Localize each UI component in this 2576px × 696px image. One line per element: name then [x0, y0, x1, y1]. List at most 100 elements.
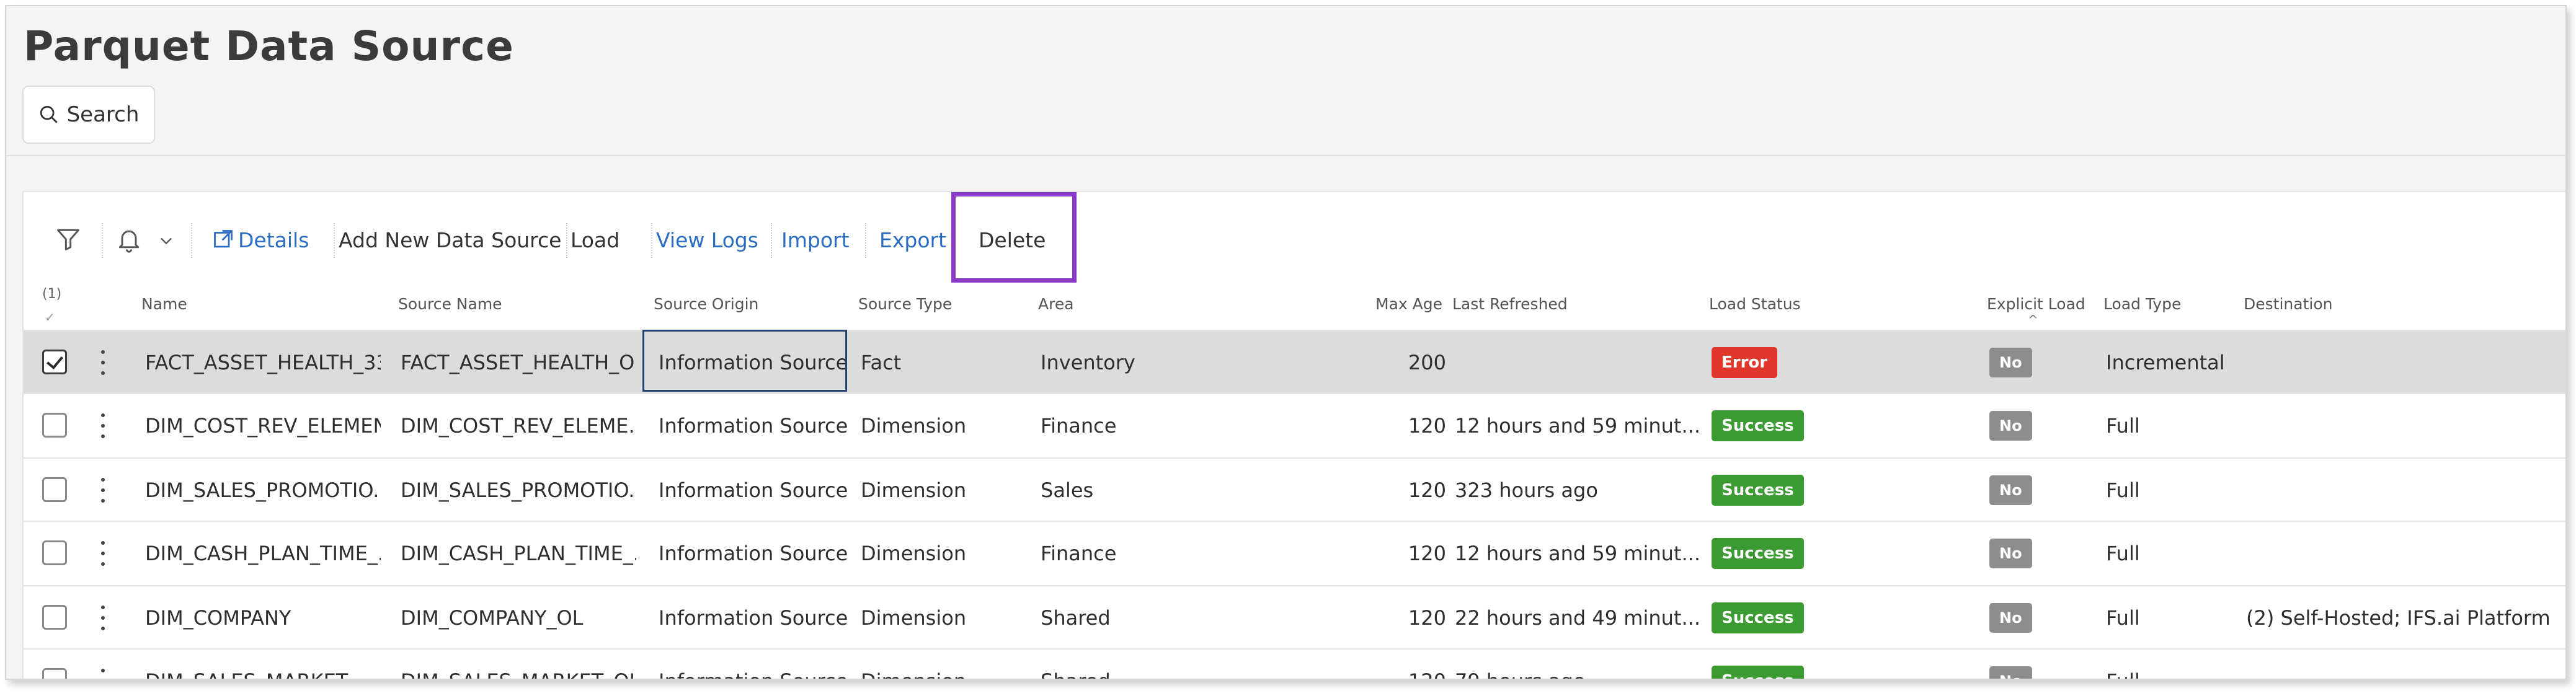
status-badge: Success — [1712, 602, 1804, 633]
cell-explicit-load: No — [1989, 331, 2082, 394]
table-row[interactable]: DIM_COMPANY DIM_COMPANY_OL Information Sou… — [24, 585, 2565, 650]
column-header-source-name[interactable]: Source Name — [398, 295, 502, 313]
add-new-data-source-button[interactable]: Add New Data Source — [339, 228, 561, 252]
column-header-area[interactable]: Area — [1038, 295, 1074, 313]
table-row[interactable]: DIM_COST_REV_ELEMENT DIM_COST_REV_ELEME..… — [24, 393, 2565, 457]
chevron-down-icon[interactable] — [158, 232, 175, 249]
row-checkbox[interactable] — [42, 605, 67, 630]
cell-source-name: DIM_SALES_MARKET_OL — [401, 650, 636, 679]
explicit-load-badge: No — [1989, 475, 2032, 505]
cell-destination: (2) Self-Hosted; IFS.ai Platform — [2246, 606, 2551, 630]
cell-source-origin: Information Source — [659, 414, 848, 438]
cell-load-status: Error — [1712, 331, 1898, 394]
page-title: Parquet Data Source — [24, 22, 514, 70]
view-logs-button[interactable]: View Logs — [656, 228, 758, 252]
cell-source-type: Fact — [861, 351, 902, 374]
cell-name: DIM_SALES_PROMOTIO... — [145, 478, 381, 502]
column-header-max-age[interactable]: Max Age — [1363, 295, 1442, 313]
explicit-load-badge: No — [1989, 539, 2032, 568]
export-button[interactable]: Export — [879, 228, 946, 252]
table-row[interactable]: DIM_CASH_PLAN_TIME_... DIM_CASH_PLAN_TIME… — [24, 521, 2565, 585]
cell-area: Finance — [1041, 542, 1117, 565]
status-badge: Success — [1712, 666, 1804, 679]
status-badge: Success — [1712, 475, 1804, 506]
cell-last-refreshed: 22 hours and 49 minut... — [1455, 606, 1700, 630]
row-menu-kebab-icon[interactable] — [97, 666, 109, 679]
table-row[interactable]: DIM_SALES_PROMOTIO... DIM_SALES_PROMOTIO.… — [24, 457, 2565, 522]
table-row[interactable]: FACT_ASSET_HEALTH_333 FACT_ASSET_HEALTH_O… — [24, 330, 2565, 394]
search-icon — [40, 105, 58, 123]
row-checkbox[interactable] — [42, 413, 67, 438]
details-button[interactable]: Details — [238, 228, 309, 252]
toolbar-separator — [651, 223, 652, 258]
import-button[interactable]: Import — [781, 228, 850, 252]
cell-name: DIM_COST_REV_ELEMENT — [145, 414, 381, 438]
row-menu-kebab-icon[interactable] — [97, 602, 109, 633]
cell-area: Shared — [1041, 606, 1111, 630]
cell-max-age: 120 — [1408, 542, 1446, 565]
cell-max-age: 120 — [1363, 650, 1446, 679]
cell-destination — [2246, 394, 2556, 457]
load-button[interactable]: Load — [571, 228, 620, 252]
data-source-table-panel: Details Add New Data Source Load View Lo… — [22, 191, 2565, 679]
cell-source-name: DIM_SALES_PROMOTIO... — [401, 478, 636, 502]
cell-load-status: Success — [1712, 650, 1898, 679]
search-label: Search — [66, 102, 140, 127]
cell-source-origin: Information Source — [651, 650, 857, 679]
cell-name: DIM_SALES_MARKET — [145, 650, 381, 679]
cell-explicit-load: No — [1989, 522, 2082, 585]
cell-load-type: Incremental — [2106, 351, 2225, 374]
explicit-load-badge: No — [1989, 666, 2032, 679]
status-badge: Success — [1712, 538, 1804, 569]
table-row[interactable]: DIM_SALES_MARKET DIM_SALES_MARKET_OL Infor… — [24, 648, 2565, 679]
filter-icon[interactable] — [55, 226, 82, 253]
cell-last-refreshed: 79 hours ago — [1455, 650, 1703, 679]
cell-name: FACT_ASSET_HEALTH_333 — [145, 351, 381, 374]
cell-last-refreshed — [1455, 331, 1703, 394]
cell-source-type: Dimension — [861, 542, 967, 565]
row-menu-kebab-icon[interactable] — [97, 475, 109, 506]
column-header-destination[interactable]: Destination — [2244, 295, 2332, 313]
cell-source-type: Dimension — [861, 478, 967, 502]
column-header-source-origin[interactable]: Source Origin — [654, 295, 758, 313]
cell-source-origin: Information Source — [659, 478, 848, 502]
row-checkbox[interactable] — [42, 477, 67, 502]
column-header-last-refreshed[interactable]: Last Refreshed — [1452, 295, 1568, 313]
cell-max-age: 120 — [1408, 414, 1446, 438]
row-checkbox[interactable] — [42, 350, 67, 374]
cell-area: Shared — [1041, 650, 1351, 679]
cell-load-type: Full — [2106, 478, 2140, 502]
cell-area: Sales — [1041, 478, 1094, 502]
cell-last-refreshed: 12 hours and 59 minut... — [1455, 542, 1700, 565]
cell-source-origin: Information Source — [659, 542, 848, 565]
cell-destination — [2246, 459, 2556, 522]
row-checkbox[interactable] — [42, 540, 67, 565]
search-button[interactable]: Search — [22, 86, 155, 144]
cell-source-type: Dimension — [861, 606, 967, 630]
status-badge: Error — [1712, 347, 1778, 378]
cell-load-type: Full — [2106, 606, 2140, 630]
row-menu-kebab-icon[interactable] — [97, 410, 109, 441]
selection-count: (1) — [42, 286, 62, 302]
column-header-name[interactable]: Name — [141, 295, 187, 313]
bell-icon[interactable] — [115, 226, 143, 253]
cell-load-status: Success — [1712, 522, 1898, 585]
cell-destination — [2246, 650, 2556, 679]
select-all-check-icon[interactable]: ✓ — [45, 310, 55, 325]
open-details-icon — [214, 230, 233, 248]
cell-last-refreshed: 12 hours and 59 minut... — [1455, 414, 1700, 438]
column-header-load-status[interactable]: Load Status — [1709, 295, 1801, 313]
column-header-load-type[interactable]: Load Type — [2103, 295, 2181, 313]
column-header-explicit-load[interactable]: Explicit Load — [1987, 295, 2085, 313]
column-header-source-type[interactable]: Source Type — [858, 295, 952, 313]
cell-load-type: Full — [2106, 542, 2140, 565]
delete-button-highlight — [951, 192, 1077, 283]
cell-source-name: DIM_COMPANY_OL — [401, 606, 584, 630]
row-menu-kebab-icon[interactable] — [97, 347, 109, 378]
row-checkbox[interactable] — [42, 668, 67, 679]
cell-destination — [2246, 331, 2556, 394]
cell-source-origin: Information Source — [659, 606, 848, 630]
cell-area: Inventory — [1041, 351, 1135, 374]
cell-load-type: Full — [2106, 650, 2236, 679]
row-menu-kebab-icon[interactable] — [97, 538, 109, 569]
